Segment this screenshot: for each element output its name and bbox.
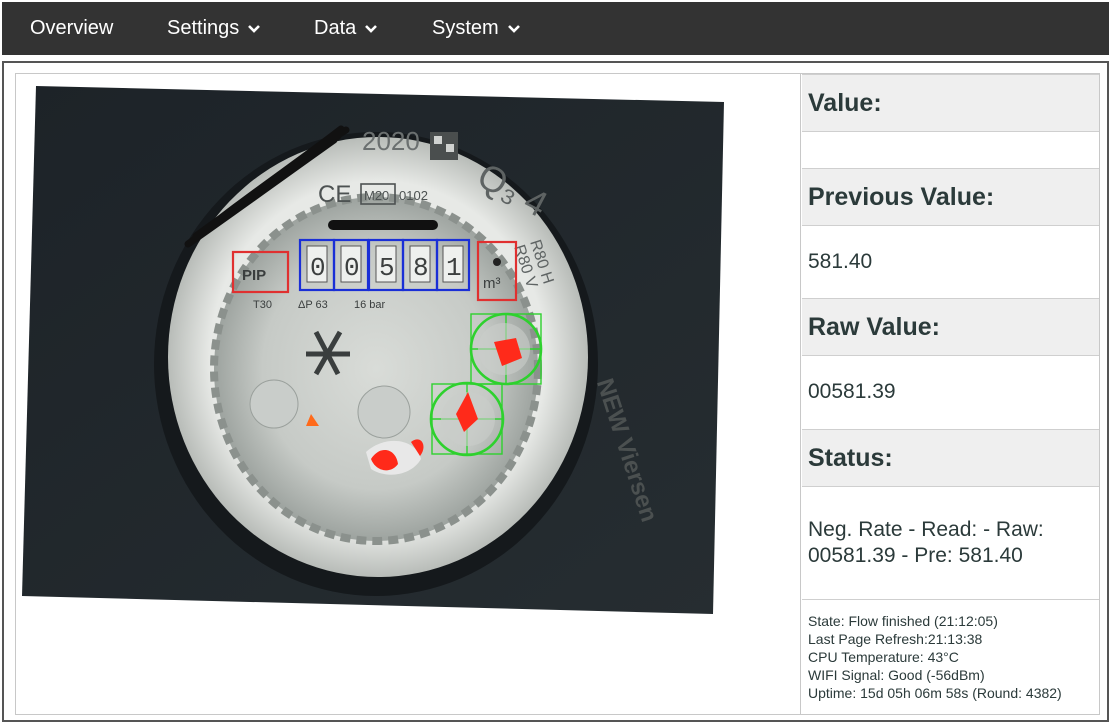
main-frame: 2020 Q₃ 4 R80 H R80 V NEW Viersen CE M20… (2, 61, 1109, 722)
nav-label-data: Data (314, 17, 357, 39)
digit-4: 8 (413, 253, 429, 283)
redaction-bar (328, 220, 438, 230)
nav-item-overview[interactable]: Overview (30, 2, 113, 55)
nav-item-data[interactable]: Data (314, 2, 378, 55)
wifi-signal-line: WIFI Signal: Good (-56dBm) (808, 667, 985, 683)
digit-2: 0 (344, 253, 360, 283)
water-meter-image: 2020 Q₃ 4 R80 H R80 V NEW Viersen CE M20… (22, 86, 724, 614)
previous-value-header: Previous Value: (802, 168, 1099, 226)
nav-label-overview: Overview (30, 17, 114, 39)
chevron-down-icon (507, 24, 520, 33)
previous-value-text: 581.40 (802, 226, 1099, 298)
nav-label-system: System (432, 17, 499, 39)
bar-label: 16 bar (354, 299, 386, 311)
raw-value-text: 00581.39 (802, 356, 1099, 428)
value-header: Value: (802, 74, 1099, 132)
overview-table: 2020 Q₃ 4 R80 H R80 V NEW Viersen CE M20… (15, 73, 1100, 715)
dp-label: ΔP 63 (298, 299, 328, 311)
status-header: Status: (802, 429, 1099, 487)
nav-label-settings: Settings (167, 17, 240, 39)
ce-mark: CE (318, 181, 351, 208)
digit-roi-group: 0 0 5 8 1 (298, 238, 471, 292)
uptime-line: Uptime: 15d 05h 06m 58s (Round: 4382) (808, 685, 1062, 701)
value-text (802, 132, 1099, 166)
last-refresh-line: Last Page Refresh:21:13:38 (808, 631, 983, 647)
state-line: State: Flow finished (21:12:05) (808, 613, 998, 629)
notified-body-mark: 0102 (399, 188, 428, 203)
analog-roi-1 (469, 312, 543, 386)
readings-panel: Value: Previous Value: 581.40 Raw Value:… (802, 74, 1099, 714)
raw-value-header: Raw Value: (802, 298, 1099, 356)
cpu-temp-line: CPU Temperature: 43°C (808, 649, 959, 665)
digit-5: 1 (446, 253, 462, 283)
unit-label: m³ (483, 275, 501, 292)
analog-roi-2 (429, 381, 505, 457)
m20-mark: M20 (364, 188, 389, 203)
pip-label: PIP (242, 267, 266, 284)
nav-item-system[interactable]: System (432, 2, 521, 55)
digit-3: 5 (379, 253, 395, 283)
t30-label: T30 (253, 299, 272, 311)
year-text: 2020 (362, 126, 420, 156)
meter-image-cell: 2020 Q₃ 4 R80 H R80 V NEW Viersen CE M20… (16, 74, 801, 714)
top-nav-bar: Overview Settings Data System (2, 2, 1109, 55)
chevron-down-icon (365, 24, 378, 33)
digit-1: 0 (310, 253, 326, 283)
system-info: State: Flow finished (21:12:05) Last Pag… (802, 599, 1099, 714)
chevron-down-icon (248, 24, 261, 33)
nav-item-settings[interactable]: Settings (167, 2, 261, 55)
status-text: Neg. Rate - Read: - Raw: 00581.39 - Pre:… (802, 487, 1099, 599)
